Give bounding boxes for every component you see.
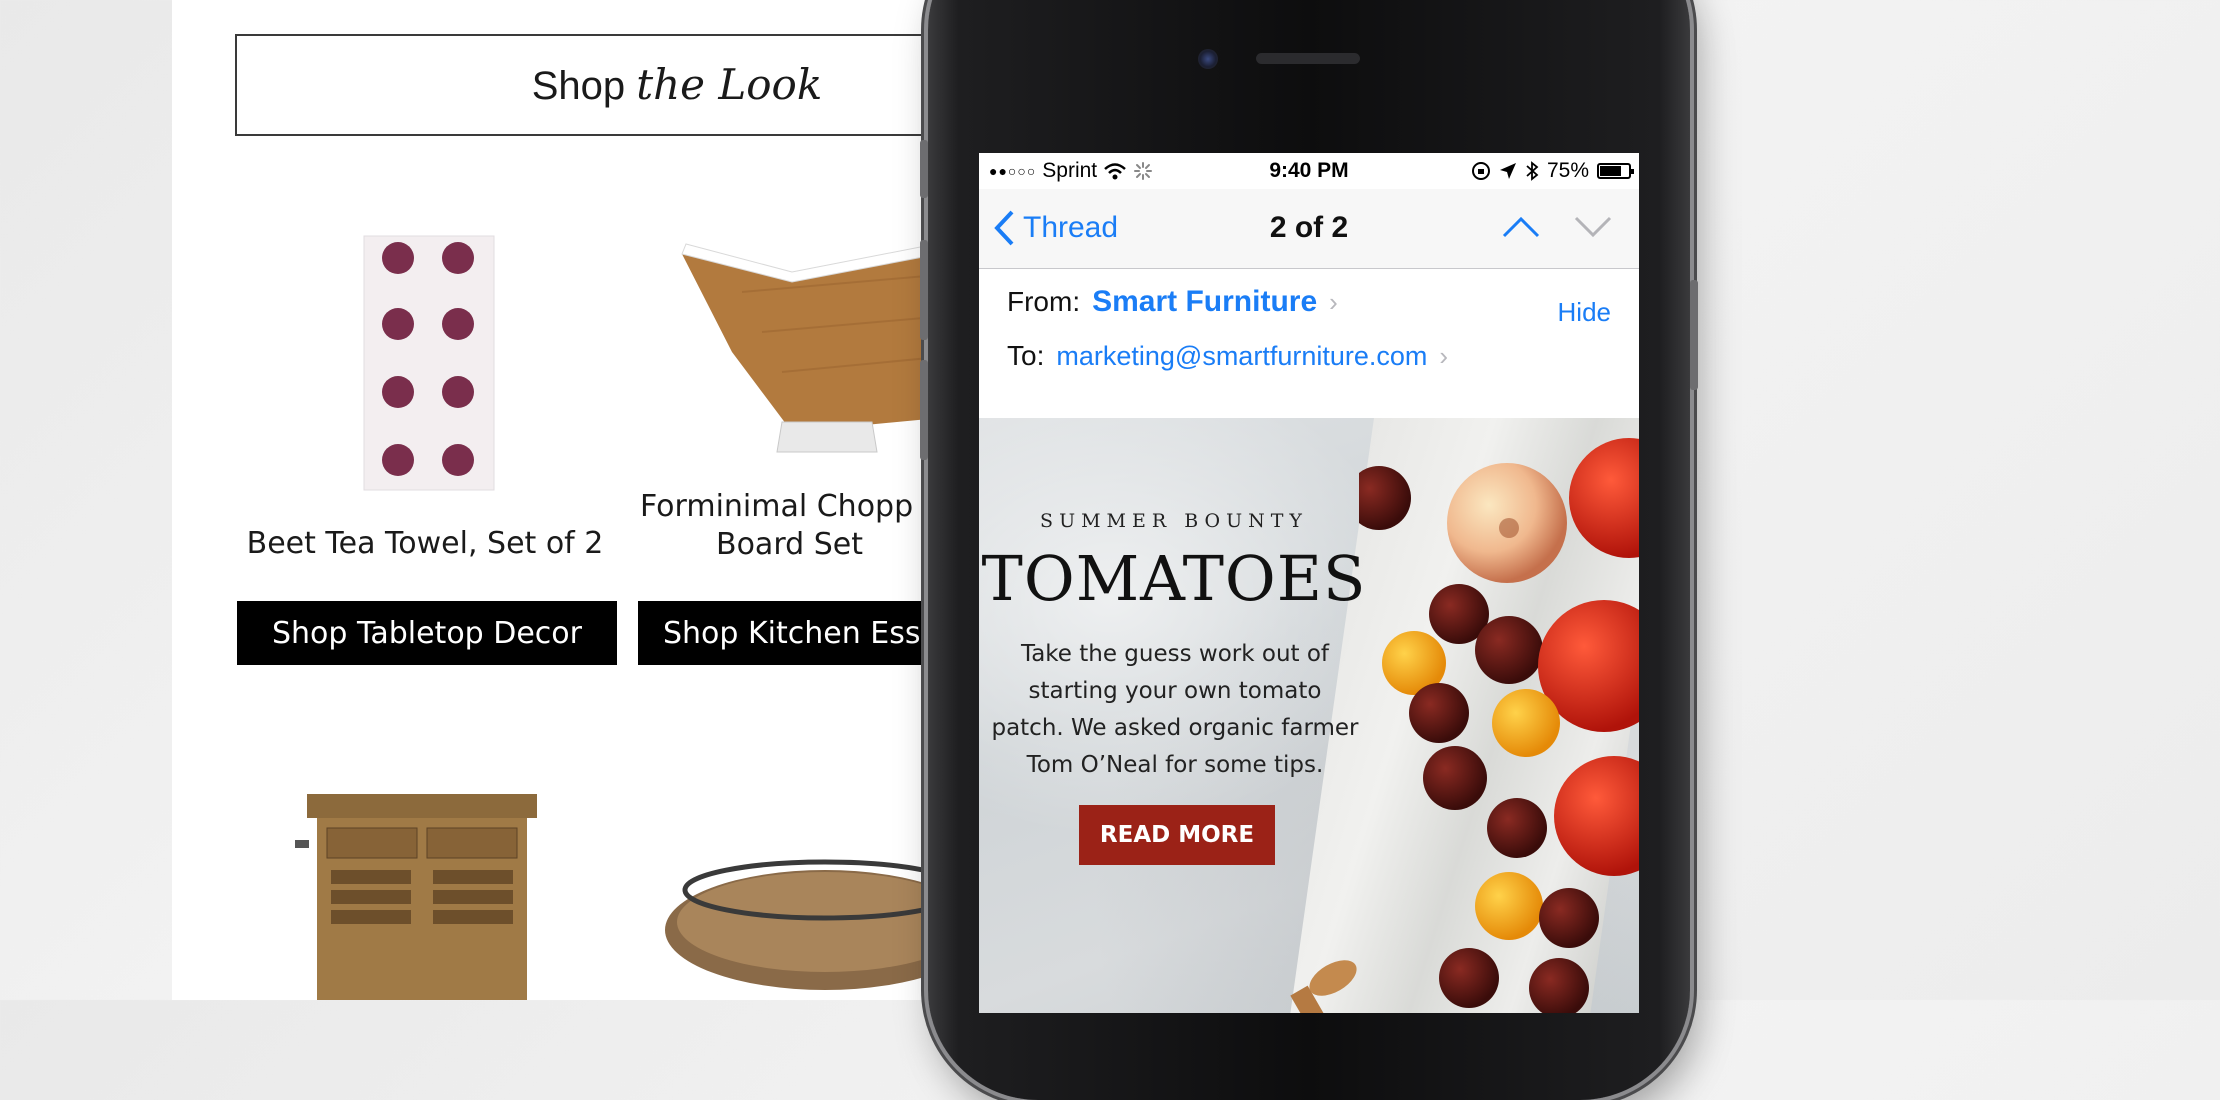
phone-volume-down: [920, 360, 928, 460]
bluetooth-icon: [1526, 161, 1539, 181]
shop-tabletop-decor-button[interactable]: Shop Tabletop Decor: [237, 601, 617, 665]
chopping-board-name-line1: Forminimal Chopp: [640, 489, 914, 524]
background-email-panel: Shop the Look Beet Tea Towel, Set of 2 S…: [172, 0, 992, 1000]
previous-message-chevron-up-icon[interactable]: [1501, 215, 1541, 239]
battery-icon: [1597, 163, 1634, 179]
hero-eyebrow: SUMMER BOUNTY: [1040, 510, 1308, 532]
orientation-lock-icon: [1471, 162, 1490, 180]
battery-percentage: 75%: [1546, 159, 1589, 182]
next-message-chevron-down-icon[interactable]: [1573, 215, 1613, 239]
kitchen-island-image[interactable]: [287, 790, 557, 1000]
front-camera: [1198, 49, 1218, 69]
to-row: To: marketing@smartfurniture.com ›: [1007, 340, 1448, 372]
battery-fill: [1600, 166, 1621, 176]
sender-chevron-right-icon: ›: [1329, 286, 1338, 317]
hero-body-copy: Take the guess work out of starting your…: [991, 641, 1359, 778]
beet-tea-towel-image[interactable]: [360, 234, 500, 494]
phone-mute-switch: [920, 140, 928, 198]
phone-volume-up: [920, 240, 928, 340]
shop-the-look-banner: Shop the Look: [235, 34, 992, 136]
from-label: From:: [1007, 286, 1081, 317]
from-row: From: Smart Furniture ›: [1007, 285, 1338, 319]
shop-the-look-title: Shop the Look: [237, 60, 992, 109]
hero-headline: TOMATOES: [981, 542, 1367, 615]
earpiece-speaker: [1256, 53, 1360, 64]
hide-details-button[interactable]: Hide: [1558, 297, 1611, 328]
tomatoes-hero-banner: SUMMER BOUNTY TOMATOES Take the guess wo…: [979, 418, 1639, 1013]
product-name-beet-towel[interactable]: Beet Tea Towel, Set of 2: [235, 525, 615, 563]
phone-power-button: [1690, 280, 1698, 390]
shop-title-script: the Look: [636, 60, 823, 109]
tomatoes-photo: [1359, 438, 1639, 1013]
wooden-spoon-image: [1290, 960, 1357, 1013]
location-arrow-icon: [1499, 163, 1516, 179]
to-label: To:: [1007, 340, 1045, 371]
recipient-address[interactable]: marketing@smartfurniture.com: [1056, 341, 1427, 372]
shop-title-plain: Shop: [531, 64, 626, 108]
mail-nav-bar: Thread 2 of 2: [979, 189, 1639, 269]
status-bar: ●●○○○ Sprint 9:40 PM 75%: [979, 153, 1639, 189]
phone-screen: ●●○○○ Sprint 9:40 PM 75% Thread 2 of 2 F…: [979, 153, 1639, 1013]
recipient-chevron-right-icon: ›: [1439, 340, 1449, 371]
chopping-board-name-line2: Board Set: [716, 527, 863, 562]
sender-name[interactable]: Smart Furniture: [1092, 285, 1317, 319]
iphone-frame: ●●○○○ Sprint 9:40 PM 75% Thread 2 of 2 F…: [920, 0, 1698, 1100]
read-more-button[interactable]: READ MORE: [1079, 805, 1275, 865]
status-right: 75%: [1471, 159, 1634, 183]
